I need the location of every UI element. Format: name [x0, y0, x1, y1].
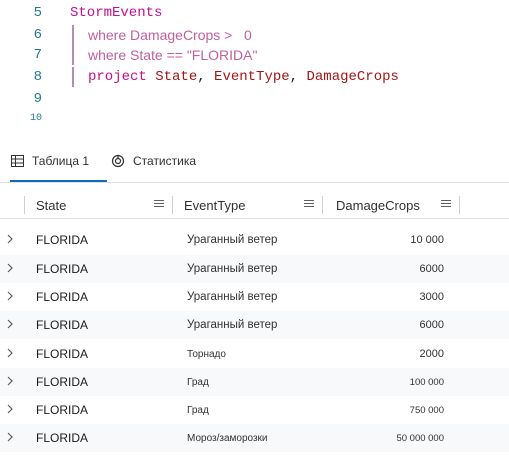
- cell-eventtype: Торнадо: [187, 348, 226, 360]
- query-editor[interactable]: 5 StormEvents 6 where DamageCrops > 0 7 …: [0, 0, 509, 132]
- chevron-right-icon[interactable]: [4, 261, 16, 273]
- column-header-damagecrops[interactable]: DamageCrops: [322, 192, 459, 218]
- table-name: StormEvents: [70, 5, 163, 21]
- cell-damagecrops: 100 000: [409, 376, 444, 388]
- project-column: EventType: [214, 69, 290, 85]
- column-menu-icon[interactable]: [304, 198, 314, 212]
- tab-statistics[interactable]: Статистика: [111, 148, 196, 174]
- where-clause-crops: where DamageCrops > 0: [88, 27, 252, 43]
- code-line-7[interactable]: 7 where State == "FLORIDA": [0, 44, 509, 66]
- cell-state: FLORIDA: [36, 347, 89, 361]
- line-number: 7: [33, 47, 42, 63]
- table-row[interactable]: FLORIDA Торнадо 2000: [0, 340, 509, 368]
- code-line-9[interactable]: 9: [0, 88, 509, 110]
- line-number: 10: [29, 113, 42, 124]
- project-clause: project State, EventType, DamageCrops: [88, 66, 399, 88]
- chevron-right-icon[interactable]: [4, 232, 16, 244]
- cell-damagecrops: 2000: [419, 348, 444, 360]
- table-row[interactable]: FLORIDA Мороз/заморозки 50 000 000: [0, 424, 509, 452]
- cell-damagecrops: 6000: [419, 263, 444, 275]
- table-row[interactable]: FLORIDA Ураганный ветер 6000: [0, 255, 509, 283]
- pipe-marker: [72, 25, 74, 45]
- tab-label: Таблица 1: [32, 154, 90, 168]
- cell-eventtype: Ураганный ветер: [187, 234, 278, 246]
- table-row[interactable]: FLORIDA Ураганный ветер 10 000: [0, 226, 509, 254]
- cell-damagecrops: 10 000: [410, 234, 444, 246]
- project-column: State: [155, 69, 198, 85]
- separator: ,: [289, 69, 299, 85]
- where-clause-state: where State == "FLORIDA": [88, 47, 258, 63]
- column-menu-icon[interactable]: [441, 198, 451, 212]
- tab-label: Статистика: [133, 154, 197, 168]
- cell-state: FLORIDA: [36, 318, 89, 332]
- column-title: State: [36, 197, 67, 213]
- pipe-marker: [72, 67, 74, 87]
- column-header-state[interactable]: State: [24, 192, 172, 218]
- stats-icon: [111, 154, 125, 168]
- separator: ,: [197, 69, 206, 85]
- chevron-right-icon[interactable]: [4, 289, 16, 301]
- project-keyword: project: [88, 69, 147, 85]
- cell-damagecrops: 50 000 000: [396, 432, 444, 444]
- cell-state: FLORIDA: [36, 290, 89, 304]
- column-header-eventtype[interactable]: EventType: [172, 192, 322, 218]
- cell-state: FLORIDA: [36, 431, 89, 445]
- project-column: DamageCrops: [306, 69, 399, 85]
- cell-eventtype: Град: [187, 404, 209, 416]
- table-row[interactable]: FLORIDA Град 100 000: [0, 368, 509, 396]
- column-title: DamageCrops: [336, 197, 420, 213]
- cell-state: FLORIDA: [36, 262, 89, 276]
- column-divider: [459, 196, 460, 214]
- table-row[interactable]: FLORIDA Град 750 000: [0, 396, 509, 424]
- cell-eventtype: Мороз/заморозки: [187, 432, 268, 444]
- cell-eventtype: Ураганный ветер: [187, 291, 278, 303]
- cell-state: FLORIDA: [36, 233, 89, 247]
- table-icon: [10, 154, 24, 168]
- code-line-6[interactable]: 6 where DamageCrops > 0: [0, 24, 509, 46]
- column-title: EventType: [184, 197, 246, 213]
- line-number: 6: [33, 27, 42, 43]
- chevron-right-icon[interactable]: [4, 402, 16, 414]
- table-row[interactable]: FLORIDA Ураганный ветер 6000: [0, 311, 509, 339]
- cell-eventtype: Ураганный ветер: [187, 263, 278, 275]
- results-tabs: Таблица 1 Статистика: [0, 140, 509, 183]
- table-row[interactable]: FLORIDA Ураганный ветер 3000: [0, 283, 509, 311]
- pipe-marker: [72, 45, 74, 65]
- line-number: 8: [33, 69, 42, 85]
- table-header: State EventType DamageCrops: [0, 192, 509, 219]
- column-menu-icon[interactable]: [154, 198, 164, 212]
- cell-damagecrops: 750 000: [409, 404, 444, 416]
- cell-state: FLORIDA: [36, 375, 89, 389]
- cell-state: FLORIDA: [36, 403, 89, 417]
- cell-eventtype: Град: [187, 376, 209, 388]
- line-number: 5: [33, 5, 42, 21]
- cell-eventtype: Ураганный ветер: [187, 319, 278, 331]
- cell-damagecrops: 3000: [419, 291, 444, 303]
- line-number: 9: [33, 91, 42, 107]
- code-line-10[interactable]: 10: [0, 108, 509, 130]
- code-line-5[interactable]: 5 StormEvents: [0, 2, 509, 24]
- cell-damagecrops: 6000: [419, 319, 444, 331]
- code-line-8[interactable]: 8 project State, EventType, DamageCrops: [0, 66, 509, 88]
- chevron-right-icon[interactable]: [4, 317, 16, 329]
- chevron-right-icon[interactable]: [4, 346, 16, 358]
- chevron-right-icon[interactable]: [4, 374, 16, 386]
- tab-table-1[interactable]: Таблица 1: [10, 148, 108, 182]
- chevron-right-icon[interactable]: [4, 430, 16, 442]
